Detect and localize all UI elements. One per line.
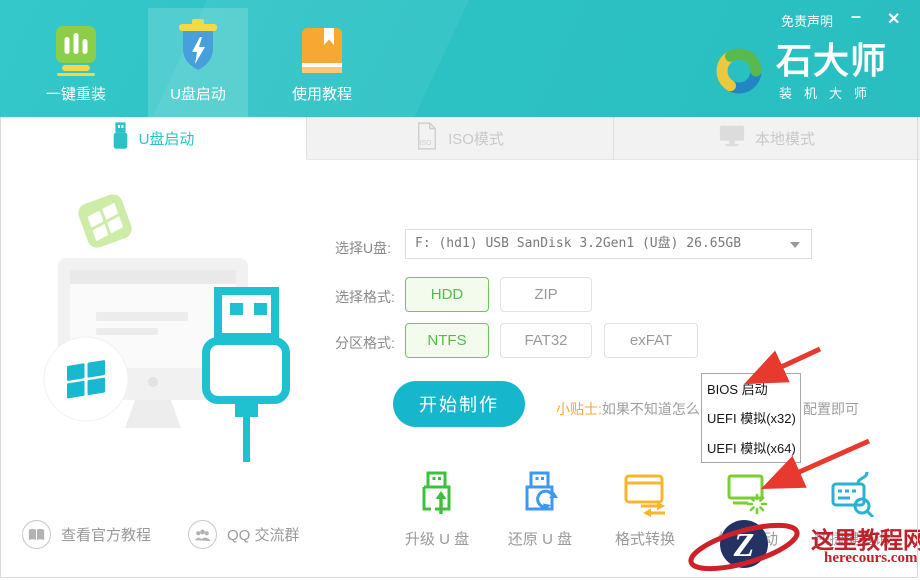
format-label: 选择格式: xyxy=(335,287,395,307)
usb-select-label: 选择U盘: xyxy=(335,238,391,258)
tool-label: 升级 U 盘 xyxy=(385,528,489,549)
usb-restore-icon xyxy=(516,469,564,517)
close-button[interactable]: ✕ xyxy=(887,9,900,29)
usb-stick-icon xyxy=(112,122,129,154)
tab-label: 本地模式 xyxy=(755,128,815,149)
nav-label: 使用教程 xyxy=(292,83,352,104)
nav-label: 一键重装 xyxy=(46,83,106,104)
watermark-swirl-icon: Z xyxy=(678,514,813,576)
tool-restore-usb[interactable]: 还原 U 盘 xyxy=(488,469,592,549)
format-option-hdd[interactable]: HDD xyxy=(405,277,489,312)
logo-title: 石大师 xyxy=(776,40,887,82)
link-label: QQ 交流群 xyxy=(227,524,300,545)
app-window: 一键重装 U盘启动 使用教程 xyxy=(0,0,920,580)
partition-label: 分区格式: xyxy=(335,333,395,353)
qq-group-link[interactable]: QQ 交流群 xyxy=(188,520,300,549)
tab-usb-boot[interactable]: U盘启动 xyxy=(0,117,307,160)
tab-label: U盘启动 xyxy=(139,128,195,149)
minimize-button[interactable]: – xyxy=(851,6,861,27)
tip-text-left: 小贴士:如果不知道怎么 xyxy=(556,399,700,419)
disclaimer-link[interactable]: 免责声明 xyxy=(781,11,833,30)
logo-subtitle: 装机大师 xyxy=(776,83,887,102)
boot-mode-menu: BIOS 启动 UEFI 模拟(x32) UEFI 模拟(x64) xyxy=(701,373,801,463)
tip-text-right: 配置即可 xyxy=(803,399,859,419)
partition-option-fat32[interactable]: FAT32 xyxy=(500,323,592,358)
menu-item-uefi-x32[interactable]: UEFI 模拟(x32) xyxy=(702,403,800,432)
menu-item-bios[interactable]: BIOS 启动 xyxy=(702,374,800,403)
usb-illustration xyxy=(30,160,330,470)
book-icon xyxy=(296,26,348,76)
partition-option-ntfs[interactable]: NTFS xyxy=(405,323,489,358)
nav-item-one-key-reinstall[interactable]: 一键重装 xyxy=(26,8,126,117)
start-button[interactable]: 开始制作 xyxy=(393,381,525,427)
chevron-down-icon xyxy=(790,242,800,248)
iso-file-icon: ISO xyxy=(416,122,438,154)
shield-lightning-icon xyxy=(172,18,224,76)
tab-label: ISO模式 xyxy=(448,128,504,149)
people-group-icon xyxy=(188,520,217,549)
header: 一键重装 U盘启动 使用教程 xyxy=(0,0,920,117)
link-label: 查看官方教程 xyxy=(61,524,151,545)
partition-option-exfat[interactable]: exFAT xyxy=(604,323,698,358)
logo-swirl-icon xyxy=(708,40,770,107)
brand-logo: 石大师 装机大师 xyxy=(708,40,887,107)
nav-item-usb-boot[interactable]: U盘启动 xyxy=(148,8,248,117)
simulate-boot-icon xyxy=(724,469,772,517)
usb-drive-select[interactable]: F: (hd1) USB SanDisk 3.2Gen1 (U盘) 26.65G… xyxy=(405,229,812,259)
tool-upgrade-usb[interactable]: 升级 U 盘 xyxy=(385,469,489,549)
format-convert-icon xyxy=(621,469,669,517)
monitor-icon xyxy=(719,124,745,152)
watermark-site-url: herecours.com xyxy=(824,550,917,567)
open-book-icon xyxy=(22,520,51,549)
menu-item-uefi-x64[interactable]: UEFI 模拟(x64) xyxy=(702,433,800,462)
svg-text:ISO: ISO xyxy=(420,140,432,147)
tip-prefix: 小贴士: xyxy=(556,401,602,417)
site-watermark: Z 这里教程网 herecours.com xyxy=(678,514,918,576)
nav-item-tutorial[interactable]: 使用教程 xyxy=(272,8,372,117)
format-option-zip[interactable]: ZIP xyxy=(500,277,592,312)
hotkey-query-icon xyxy=(828,469,876,517)
usb-upgrade-icon xyxy=(413,469,461,517)
nav-label: U盘启动 xyxy=(170,83,226,104)
usb-drive-value: F: (hd1) USB SanDisk 3.2Gen1 (U盘) 26.65G… xyxy=(406,230,811,258)
tab-local-mode[interactable]: 本地模式 xyxy=(614,117,920,160)
tab-iso-mode[interactable]: ISO ISO模式 xyxy=(307,117,614,160)
official-tutorial-link[interactable]: 查看官方教程 xyxy=(22,520,151,549)
chart-icon xyxy=(50,24,102,76)
mode-tabbar: U盘启动 ISO ISO模式 本地模式 xyxy=(0,117,920,160)
tool-label: 还原 U 盘 xyxy=(488,528,592,549)
